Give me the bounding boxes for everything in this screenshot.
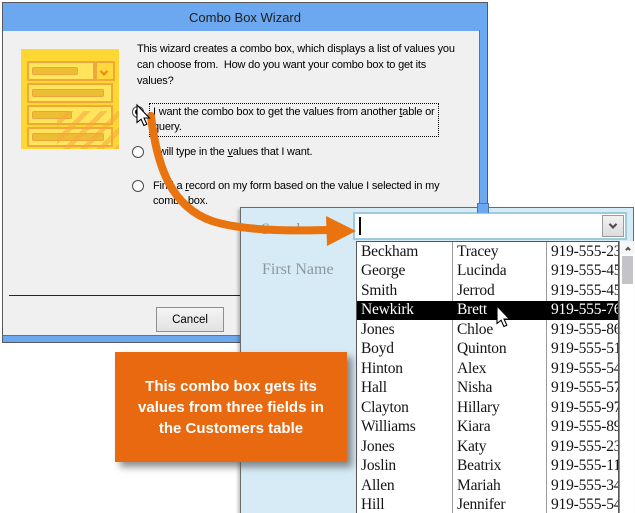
list-cell: 919-555-97 — [551, 398, 618, 416]
dialog-title: Combo Box Wizard — [189, 9, 301, 25]
list-cell: Hall — [357, 378, 453, 398]
intro-line: can choose from. How do you want your co… — [137, 59, 427, 71]
list-cell: Beckham — [357, 242, 453, 262]
radio-button[interactable] — [132, 106, 144, 118]
list-cell: Jones — [357, 320, 453, 340]
radio-option-2[interactable]: Find a record on my form based on the va… — [131, 178, 442, 210]
list-cell: Lucinda — [453, 261, 547, 281]
radio-option-label: I will type in the values that I want. — [153, 146, 313, 158]
list-row[interactable]: Hill Jennifer 919-555-54 — [357, 495, 618, 513]
list-cell: Nisha — [453, 378, 547, 398]
radio-option-label: Find a record on my form based on the va… — [153, 180, 440, 207]
list-cell: 919-555-11 — [551, 457, 618, 475]
list-row[interactable]: Beckham Tracey 919-555-23 — [357, 242, 618, 262]
list-row[interactable]: Allen Mariah 919-555-34 — [357, 476, 618, 496]
list-cell: 919-555-45 — [551, 281, 618, 299]
list-cell: Chloe — [453, 320, 547, 340]
dialog-titlebar[interactable]: Combo Box Wizard — [3, 3, 487, 31]
list-cell: Hill — [357, 495, 453, 513]
dropdown-scrollbar[interactable] — [619, 241, 634, 513]
list-cell: Katy — [453, 437, 547, 457]
chevron-up-icon — [624, 246, 631, 252]
list-cell: 919-555-54 — [551, 359, 618, 377]
list-row[interactable]: Newkirk Brett 919-555-76 — [357, 300, 618, 320]
list-cell: Alex — [453, 359, 547, 379]
list-cell: Joslin — [357, 456, 453, 476]
annotation-callout: This combo box gets its values from three… — [115, 352, 347, 462]
list-row[interactable]: Hall Nisha 919-555-57 — [357, 378, 618, 398]
list-cell: Jones — [357, 437, 453, 457]
list-cell: 919-555-86 — [551, 320, 618, 338]
scroll-up-button[interactable] — [621, 241, 634, 254]
list-row[interactable]: Smith Jerrod 919-555-45 — [357, 281, 618, 301]
illustration-row — [27, 83, 113, 103]
list-cell: Clayton — [357, 398, 453, 418]
intro-line: values? — [137, 75, 174, 87]
list-cell: Williams — [357, 417, 453, 437]
list-cell: Boyd — [357, 339, 453, 359]
screenshot-root: Combo Box Wizard This wizard creates a c… — [0, 0, 635, 513]
search-label: Search — [261, 221, 305, 238]
combo-dropdown-button[interactable] — [602, 215, 624, 237]
list-cell: Mariah — [453, 476, 547, 496]
radio-option-label: I want the combo box to get the values f… — [149, 103, 439, 137]
list-row[interactable]: George Lucinda 919-555-45 — [357, 261, 618, 281]
callout-text-line: the Customers table — [158, 419, 304, 437]
list-cell: 919-555-51 — [551, 340, 618, 358]
list-cell: Allen — [357, 476, 453, 496]
list-row[interactable]: Williams Kiara 919-555-89 — [357, 417, 618, 437]
list-cell: 919-555-54 — [551, 496, 618, 513]
list-row[interactable]: Joslin Beatrix 919-555-11 — [357, 456, 618, 476]
intro-line: This wizard creates a combo box, which d… — [137, 43, 455, 55]
list-cell: 919-555-57 — [551, 379, 618, 397]
chevron-down-icon — [99, 67, 109, 76]
wizard-intro-text: This wizard creates a combo box, which d… — [137, 41, 455, 89]
list-cell: 919-555-34 — [551, 476, 618, 494]
list-cell: 919-555-76 — [551, 301, 618, 319]
search-combo-input[interactable] — [361, 217, 591, 235]
list-cell: Tracey — [453, 242, 547, 262]
search-combo-box[interactable] — [353, 212, 627, 240]
list-cell: Newkirk — [357, 300, 453, 320]
list-cell: 919-555-23 — [551, 437, 618, 455]
list-cell: Smith — [357, 281, 453, 301]
list-cell: 919-555-23 — [551, 242, 618, 260]
list-cell: George — [357, 261, 453, 281]
list-cell: Jerrod — [453, 281, 547, 301]
radio-option-1[interactable]: I will type in the values that I want. — [131, 144, 315, 161]
illustration-stripes — [57, 111, 119, 149]
combo-dropdown-list: Beckham Tracey 919-555-23 George Lucinda 919-… — [356, 241, 619, 513]
list-cell: Jennifer — [453, 495, 547, 513]
list-cell: Brett — [453, 300, 547, 320]
list-row[interactable]: Boyd Quinton 919-555-51 — [357, 339, 618, 359]
radio-option-0[interactable]: I want the combo box to get the values f… — [131, 103, 439, 137]
list-row[interactable]: Hinton Alex 919-555-54 — [357, 359, 618, 379]
list-cell: Beatrix — [453, 456, 547, 476]
illustration-dropdown-button — [95, 61, 115, 81]
list-cell: Kiara — [453, 417, 547, 437]
illustration-combo-field — [27, 61, 95, 81]
callout-text-line: values from three fields in — [138, 398, 324, 416]
list-cell: 919-555-89 — [551, 418, 618, 436]
first-name-label: First Name — [262, 261, 334, 278]
list-cell: 919-555-45 — [551, 262, 618, 280]
combo-box-illustration — [21, 49, 119, 149]
list-cell: Quinton — [453, 339, 547, 359]
cancel-button[interactable]: Cancel — [156, 307, 224, 332]
list-row[interactable]: Jones Katy 919-555-23 — [357, 437, 618, 457]
list-cell: Hinton — [357, 359, 453, 379]
list-row[interactable]: Jones Chloe 919-555-86 — [357, 320, 618, 340]
callout-text-line: This combo box gets its — [145, 377, 317, 395]
scrollbar-thumb[interactable] — [622, 256, 633, 284]
chevron-down-icon — [608, 220, 618, 229]
radio-button[interactable] — [132, 146, 144, 158]
list-cell: Hillary — [453, 398, 547, 418]
radio-button[interactable] — [132, 180, 144, 192]
dialog-border-fragment — [477, 203, 489, 213]
list-row[interactable]: Clayton Hillary 919-555-97 — [357, 398, 618, 418]
